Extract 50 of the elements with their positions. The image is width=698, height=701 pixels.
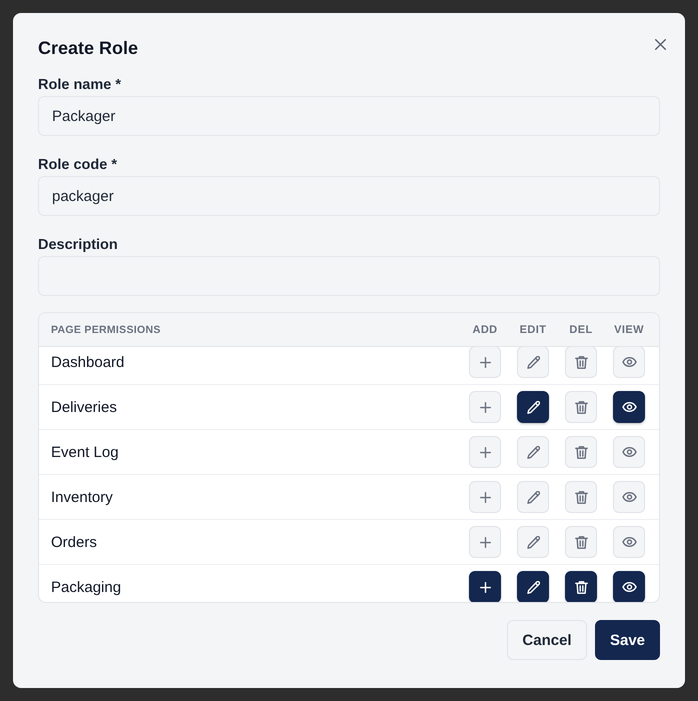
plus-icon [480,536,490,548]
column-header: PAGE PERMISSIONS [51,324,161,336]
eye-icon [622,447,636,457]
trash-icon [574,580,588,594]
page-name: Event Log [51,444,119,460]
plus-icon [480,356,490,368]
text-input[interactable]: packager [38,176,660,216]
eye-icon [622,492,636,502]
page-name: Deliveries [51,398,117,416]
pencil-icon [526,446,540,458]
page-name: Orders [51,534,97,550]
pencil-icon [526,580,540,594]
trash-icon [574,490,588,504]
pencil-icon [526,490,540,504]
close-icon [654,38,666,50]
cancel-button[interactable]: Cancel [507,620,587,660]
column-header: EDIT [520,324,546,336]
eye-icon [622,537,636,547]
trash-icon [574,536,588,548]
pencil-icon [526,400,540,414]
plus-icon [480,402,490,412]
eye-icon [622,402,636,412]
view-toggle[interactable] [613,391,645,423]
pencil-icon [526,536,540,548]
edit-toggle[interactable] [517,571,549,602]
plus-icon [480,492,490,502]
trash-icon [574,356,588,368]
eye-icon [622,357,636,367]
field-label: Description [38,236,118,255]
plus-icon [480,582,490,592]
add-toggle[interactable] [469,571,501,602]
page-name: Packaging [51,578,122,596]
text-input[interactable]: Packager [38,96,660,136]
field-label: Role name * [38,76,121,95]
view-toggle[interactable] [613,571,645,602]
trash-icon [574,400,588,414]
page-name: Dashboard [51,354,124,370]
column-header: DEL [569,324,593,336]
field-label: Role code * [38,156,117,175]
plus-icon [480,446,490,458]
eye-icon [622,582,636,592]
column-header: VIEW [614,324,644,336]
delete-toggle[interactable] [565,571,597,602]
save-button[interactable]: Save [595,620,660,660]
pencil-icon [526,356,540,368]
page-name: Inventory [51,488,113,506]
trash-icon [574,446,588,458]
edit-toggle[interactable] [517,391,549,423]
dialog-title: Create Role [38,37,138,59]
column-header: ADD [472,324,498,336]
